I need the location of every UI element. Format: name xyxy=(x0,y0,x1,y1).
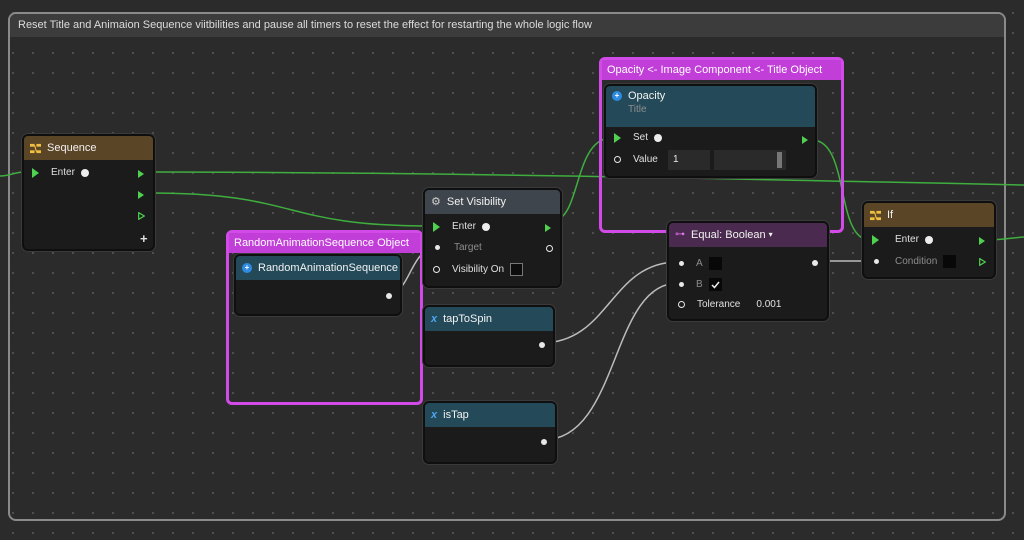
equal-tolerance-value[interactable]: 0.001 xyxy=(756,299,781,310)
opacity-value-input[interactable]: 1 xyxy=(668,150,710,170)
node-equal-boolean-title: Equal: Boolean xyxy=(691,229,766,241)
value-input-pin[interactable] xyxy=(614,156,621,163)
if-true-out-pin[interactable] xyxy=(979,237,985,245)
node-is-tap[interactable]: x isTap xyxy=(423,401,557,464)
node-if-title: If xyxy=(887,209,894,221)
if-condition-row[interactable]: Condition xyxy=(874,255,957,268)
node-if-header[interactable]: If xyxy=(864,203,994,227)
node-set-visibility-title: Set Visibility xyxy=(446,196,506,208)
sequence-out-3-pin[interactable] xyxy=(138,212,145,220)
node-is-tap-header[interactable]: x isTap xyxy=(425,403,555,427)
node-tap-to-spin-header[interactable]: x tapToSpin xyxy=(425,307,553,331)
set-visibility-visibility-label: Visibility On xyxy=(452,264,505,275)
node-sequence-header[interactable]: Sequence xyxy=(24,136,153,160)
b-checkbox[interactable] xyxy=(708,278,722,291)
opacity-value-slider[interactable] xyxy=(714,150,786,170)
exec-in-pin[interactable] xyxy=(872,234,879,245)
link-icon: ⊶ xyxy=(675,229,685,240)
node-if[interactable]: If Enter Condition xyxy=(862,201,996,279)
equal-b-row[interactable]: B xyxy=(679,278,722,291)
node-equal-boolean[interactable]: ⊶ Equal: Boolean ▾ A B Tolerance 0.001 xyxy=(667,221,829,321)
node-opacity-title: Opacity xyxy=(628,90,666,102)
exec-in-pin[interactable] xyxy=(32,167,39,178)
if-enter-radio[interactable] xyxy=(924,235,933,244)
exec-wire-seq-to-setvis xyxy=(149,192,431,227)
sequence-out-1-pin[interactable] xyxy=(138,170,144,178)
node-opacity-subtitle: Title xyxy=(628,104,647,115)
target-output-pin[interactable] xyxy=(546,245,553,252)
gear-icon: ⚙ xyxy=(431,196,441,208)
equal-a-row[interactable]: A xyxy=(679,257,722,270)
exec-wire-left-in xyxy=(0,171,25,177)
node-set-visibility-header[interactable]: ⚙ Set Visibility xyxy=(425,190,560,214)
opacity-value-row[interactable]: Value xyxy=(614,154,658,165)
node-opacity-header[interactable]: + Opacity Title xyxy=(606,86,815,127)
equal-tolerance-row[interactable]: Tolerance 0.001 xyxy=(678,299,781,310)
node-set-visibility[interactable]: ⚙ Set Visibility Enter Target Visibility… xyxy=(423,188,562,288)
node-sequence-title: Sequence xyxy=(47,142,97,154)
a-checkbox[interactable] xyxy=(708,257,722,270)
tap-to-spin-output-pin[interactable] xyxy=(539,342,545,348)
equal-b-label: B xyxy=(696,279,703,290)
condition-input-pin[interactable] xyxy=(874,259,879,264)
visibility-input-pin[interactable] xyxy=(433,266,440,273)
a-input-pin[interactable] xyxy=(679,261,684,266)
sequence-icon xyxy=(30,143,41,153)
caret-down-icon[interactable]: ▾ xyxy=(769,223,773,247)
add-output-icon[interactable]: + xyxy=(140,231,148,246)
node-random-animation[interactable]: + RandomAnimationSequence xyxy=(234,254,402,316)
sequence-enter-radio[interactable] xyxy=(80,168,89,177)
exec-wire-seq-top xyxy=(149,171,1024,186)
exec-in-pin[interactable] xyxy=(433,221,440,232)
tolerance-input-pin[interactable] xyxy=(678,301,685,308)
node-equal-boolean-header[interactable]: ⊶ Equal: Boolean ▾ xyxy=(669,223,827,247)
condition-checkbox[interactable] xyxy=(943,255,957,268)
node-sequence[interactable]: Sequence Enter + xyxy=(22,134,155,251)
visibility-on-checkbox[interactable] xyxy=(510,263,524,276)
equal-a-label: A xyxy=(696,258,703,269)
if-false-out-pin[interactable] xyxy=(979,258,986,266)
object-icon: + xyxy=(612,91,622,101)
opacity-set-row[interactable]: Set xyxy=(614,132,663,143)
b-input-pin[interactable] xyxy=(679,282,684,287)
node-tap-to-spin-title: tapToSpin xyxy=(443,313,493,325)
opacity-exec-out-pin[interactable] xyxy=(802,136,808,144)
if-enter-row[interactable]: Enter xyxy=(872,234,933,245)
sequence-enter-label: Enter xyxy=(51,167,75,178)
opacity-value-label: Value xyxy=(633,154,658,165)
set-visibility-target-label: Target xyxy=(454,242,482,253)
if-enter-label: Enter xyxy=(895,234,919,245)
sequence-out-2-pin[interactable] xyxy=(138,191,144,199)
random-animation-output-pin[interactable] xyxy=(386,293,392,299)
group-random-animation-title[interactable]: RandomAnimationSequence Object xyxy=(229,233,420,253)
is-tap-output-pin[interactable] xyxy=(541,439,547,445)
variable-icon: x xyxy=(431,409,438,421)
opacity-slider-handle[interactable] xyxy=(777,152,782,168)
set-visibility-visibility-row[interactable]: Visibility On xyxy=(433,263,524,276)
data-wire-istap-to-b xyxy=(542,282,679,441)
set-visibility-exec-out-pin[interactable] xyxy=(545,224,551,232)
node-is-tap-title: isTap xyxy=(443,409,469,421)
node-random-animation-header[interactable]: + RandomAnimationSequence xyxy=(236,256,400,280)
set-visibility-target-row[interactable]: Target xyxy=(435,242,482,253)
variable-icon: x xyxy=(431,313,438,325)
target-input-pin[interactable] xyxy=(435,245,440,250)
equal-output-pin[interactable] xyxy=(812,260,818,266)
set-visibility-enter-row[interactable]: Enter xyxy=(433,221,490,232)
equal-tolerance-label: Tolerance xyxy=(697,299,741,310)
set-visibility-enter-label: Enter xyxy=(452,221,476,232)
object-icon: + xyxy=(242,263,252,273)
opacity-set-label: Set xyxy=(633,132,649,143)
opacity-set-radio[interactable] xyxy=(654,133,663,142)
sequence-icon xyxy=(870,210,881,220)
node-opacity[interactable]: + Opacity Title Set Value 1 xyxy=(604,84,817,178)
set-visibility-enter-radio[interactable] xyxy=(481,222,490,231)
checkmark-icon xyxy=(711,281,720,289)
if-condition-label: Condition xyxy=(895,256,938,267)
node-tap-to-spin[interactable]: x tapToSpin xyxy=(423,305,555,367)
exec-in-pin[interactable] xyxy=(614,132,621,143)
node-random-animation-title: RandomAnimationSequence xyxy=(258,262,399,274)
group-opacity-title[interactable]: Opacity <- Image Component <- Title Obje… xyxy=(602,60,841,80)
sequence-enter-row[interactable]: Enter xyxy=(32,167,89,178)
